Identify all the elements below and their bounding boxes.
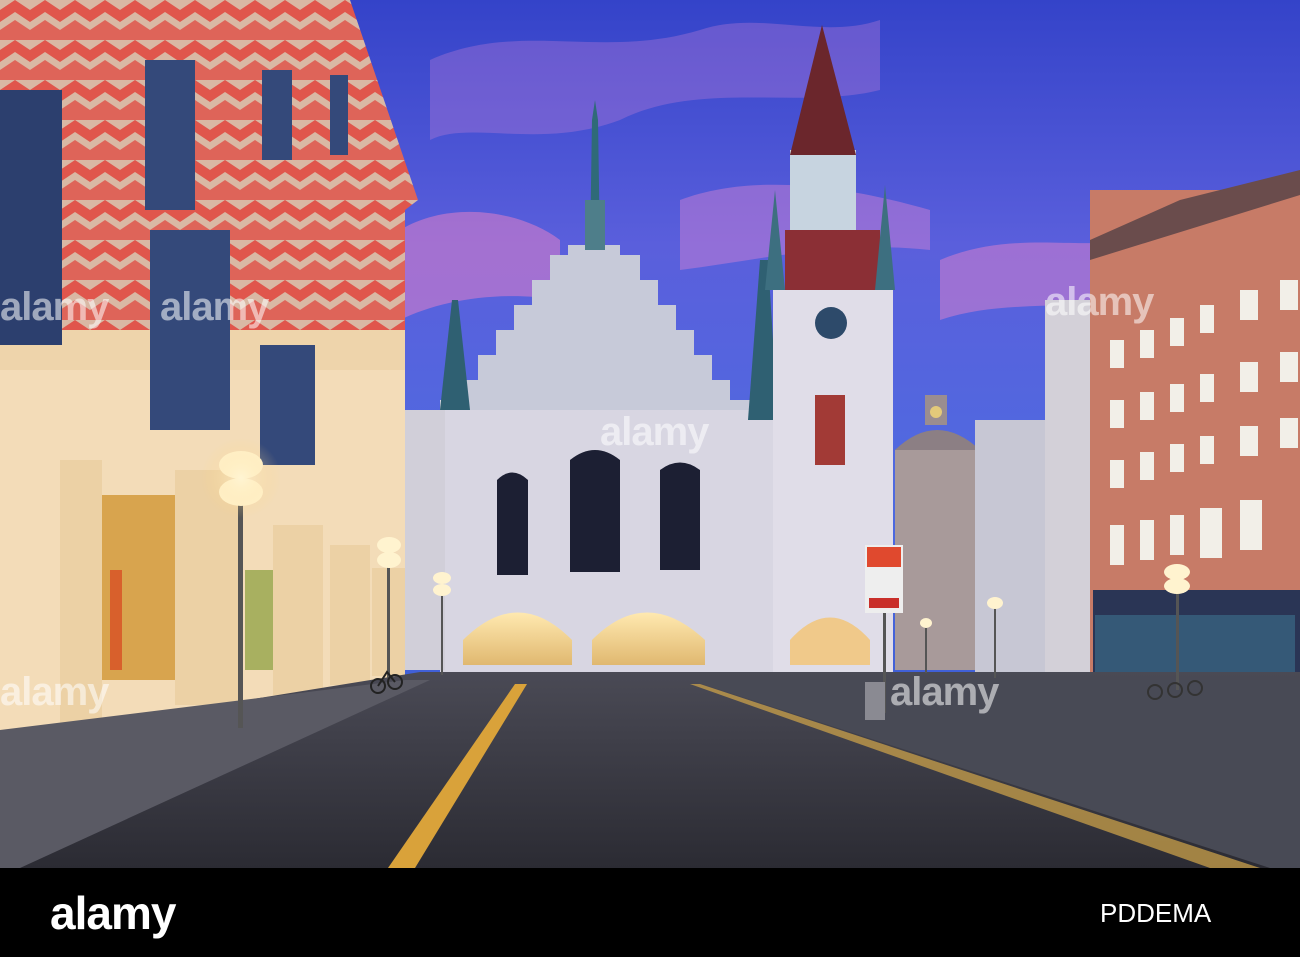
footer-bar: alamy PDDEMA xyxy=(0,868,1300,957)
brand-logo: alamy xyxy=(50,887,176,939)
left-building xyxy=(0,0,418,730)
trash-bin xyxy=(865,682,885,720)
image-id: PDDEMA xyxy=(1100,898,1212,928)
photo-frame: alamy alamy alamy alamy alamy alamy alam… xyxy=(0,0,1300,957)
street-photo: alamy alamy alamy alamy alamy alamy xyxy=(0,0,1300,868)
clock-face xyxy=(815,307,847,339)
old-town-hall-scene xyxy=(0,0,1300,868)
narrow-building xyxy=(405,410,445,670)
